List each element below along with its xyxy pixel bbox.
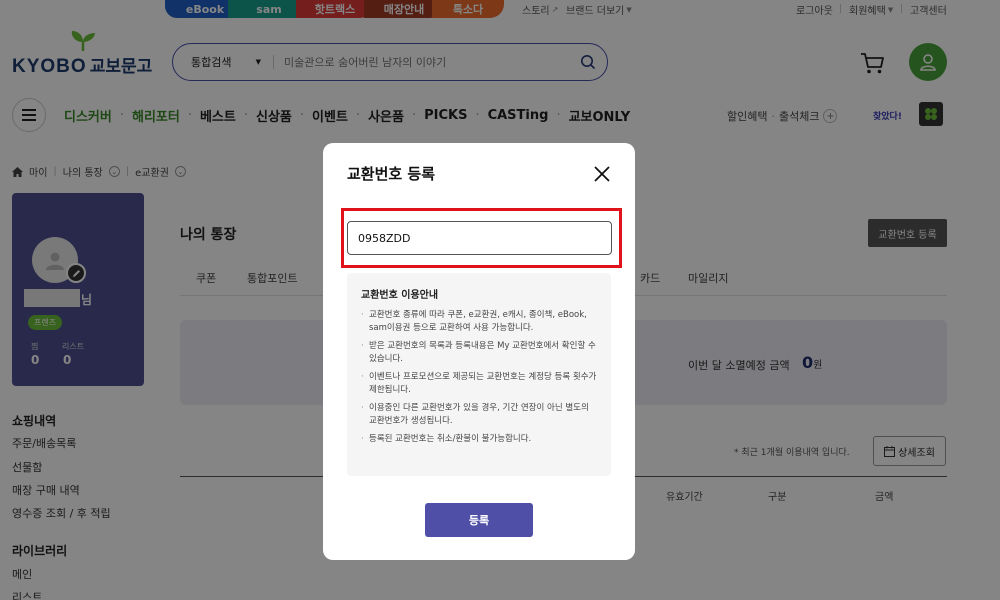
usage-guide: 교환번호 이용안내 교환번호 종류에 따라 쿠폰, e교환권, e캐시, 종이책… — [347, 273, 611, 476]
exchange-code-input[interactable] — [347, 221, 612, 255]
usage-guide-title: 교환번호 이용안내 — [361, 290, 439, 301]
modal-title: 교환번호 등록 — [347, 165, 436, 183]
close-icon[interactable] — [591, 163, 613, 185]
list-item: 교환번호 종류에 따라 쿠폰, e교환권, e캐시, 종이책, eBook, s… — [361, 309, 597, 335]
list-item: 받은 교환번호의 목록과 등록내용은 My 교환번호에서 확인할 수 있습니다. — [361, 340, 597, 366]
register-code-modal: 교환번호 등록 교환번호 이용안내 교환번호 종류에 따라 쿠폰, e교환권, … — [323, 143, 635, 560]
submit-button[interactable]: 등록 — [425, 503, 533, 537]
list-item: 이벤트나 프로모션으로 제공되는 교환번호는 계정당 등록 횟수가 제한됩니다. — [361, 371, 597, 397]
list-item: 등록된 교환번호는 취소/환불이 불가능합니다. — [361, 433, 597, 446]
list-item: 이용중인 다른 교환번호가 있을 경우, 기간 연장이 아닌 별도의 교환번호가… — [361, 402, 597, 428]
usage-guide-list: 교환번호 종류에 따라 쿠폰, e교환권, e캐시, 종이책, eBook, s… — [361, 309, 597, 446]
